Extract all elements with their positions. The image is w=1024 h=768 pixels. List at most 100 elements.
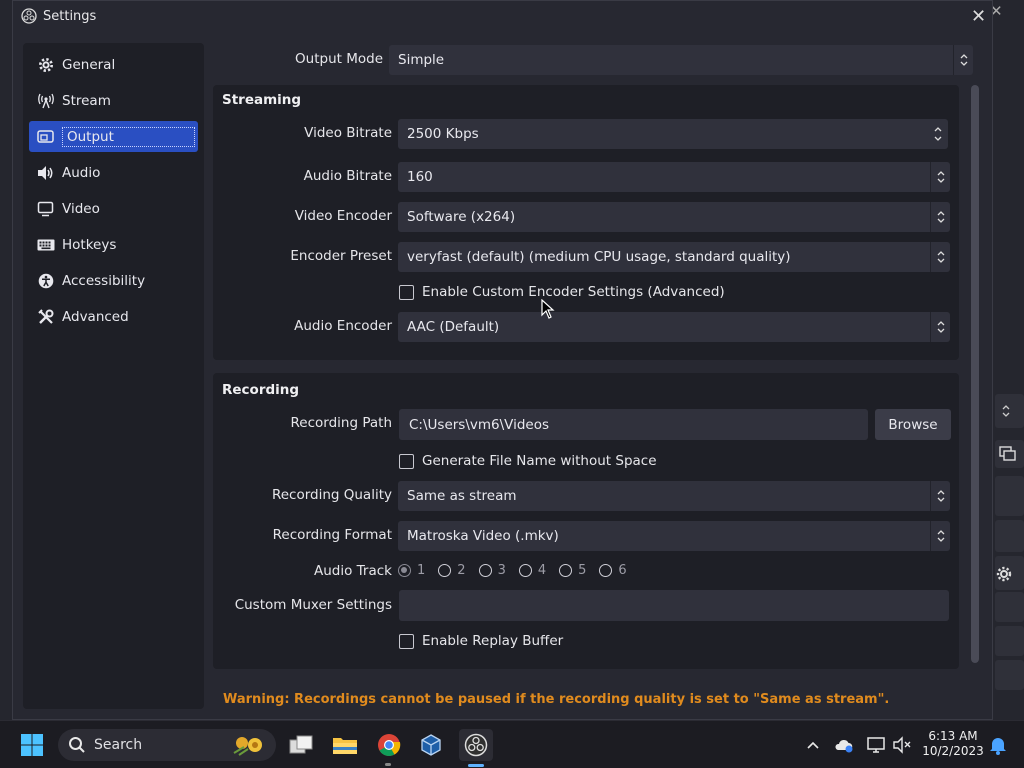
search-placeholder: Search: [94, 737, 143, 753]
sidebar-item-label: Accessibility: [62, 272, 146, 289]
checkbox-box[interactable]: [399, 284, 414, 300]
radio-label: 3: [497, 563, 506, 578]
search-icon: [69, 737, 85, 753]
obs-bg-control: [995, 476, 1024, 516]
sidebar-item-accessibility[interactable]: Accessibility: [29, 265, 198, 296]
output-mode-select[interactable]: Simple: [389, 45, 973, 75]
sidebar-item-stream[interactable]: Stream: [29, 85, 198, 116]
audio-track-radio-2[interactable]: 2: [438, 563, 466, 578]
updown-arrows-icon: [930, 312, 950, 342]
radio-label: 2: [457, 563, 466, 578]
custom-encoder-checkbox[interactable]: Enable Custom Encoder Settings (Advanced…: [399, 284, 725, 300]
custom-muxer-input[interactable]: [399, 590, 949, 621]
video-encoder-label: Video Encoder: [294, 208, 392, 224]
sidebar-item-hotkeys[interactable]: Hotkeys: [29, 229, 198, 260]
file-explorer-button[interactable]: [328, 729, 362, 761]
obs-main-right-edge: [993, 0, 1024, 720]
title-bar: Settings ✕: [13, 1, 992, 31]
recording-quality-select[interactable]: Same as stream: [398, 481, 950, 511]
obs-taskbar-button[interactable]: [459, 729, 493, 761]
accessibility-icon: [37, 272, 55, 290]
recording-format-select[interactable]: Matroska Video (.mkv): [398, 521, 950, 551]
settings-sidebar: General Stream Output Audio Video Hotkey…: [23, 43, 204, 709]
radio-dot[interactable]: [398, 564, 411, 577]
audio-track-radio-1[interactable]: 1: [398, 563, 425, 578]
radio-dot[interactable]: [559, 564, 573, 577]
updown-arrows-icon: [930, 481, 950, 511]
audio-encoder-value: AAC (Default): [407, 319, 500, 335]
sidebar-item-output[interactable]: Output: [29, 121, 198, 152]
scrollbar-thumb[interactable]: [971, 85, 979, 663]
taskbar-clock[interactable]: 6:13 AM 10/2/2023: [918, 729, 988, 759]
taskbar: Search 6:13 AM 10/2/2023: [0, 720, 1024, 768]
gear-icon[interactable]: [996, 566, 1012, 582]
replay-buffer-checkbox[interactable]: Enable Replay Buffer: [399, 633, 563, 649]
close-icon[interactable]: ✕: [971, 6, 986, 27]
chrome-button[interactable]: [372, 729, 406, 761]
audio-track-radio-3[interactable]: 3: [478, 563, 506, 578]
audio-track-radio-6[interactable]: 6: [599, 563, 627, 578]
video-encoder-select[interactable]: Software (x264): [398, 202, 950, 232]
video-bitrate-spinbox[interactable]: 2500 Kbps: [398, 119, 948, 149]
video-bitrate-label: Video Bitrate: [304, 125, 392, 141]
recording-path-value: C:\Users\vm6\Videos: [409, 416, 550, 433]
active-app-indicator: [468, 764, 484, 767]
recording-path-input[interactable]: C:\Users\vm6\Videos: [399, 409, 868, 440]
audio-encoder-select[interactable]: AAC (Default): [398, 312, 950, 342]
tools-icon: [37, 308, 55, 326]
encoder-preset-select[interactable]: veryfast (default) (medium CPU usage, st…: [398, 242, 950, 272]
sidebar-item-label: Audio: [62, 164, 101, 181]
virtualbox-button[interactable]: [414, 729, 448, 761]
content-scrollbar[interactable]: [971, 85, 979, 663]
no-space-checkbox[interactable]: Generate File Name without Space: [399, 453, 657, 469]
browse-button[interactable]: Browse: [875, 409, 951, 440]
settings-window: Settings ✕ General Stream Output Audio V…: [12, 0, 993, 720]
network-tray-button[interactable]: [864, 721, 888, 768]
antenna-icon: [37, 92, 55, 110]
sidebar-item-label: Hotkeys: [62, 236, 117, 253]
audio-track-radio-4[interactable]: 4: [518, 563, 546, 578]
recording-quality-value: Same as stream: [407, 488, 517, 504]
custom-muxer-label: Custom Muxer Settings: [234, 597, 392, 613]
notifications-button[interactable]: [986, 721, 1010, 768]
radio-dot[interactable]: [438, 564, 452, 577]
onedrive-tray-button[interactable]: [832, 721, 856, 768]
checkbox-box[interactable]: [399, 633, 414, 649]
sidebar-item-video[interactable]: Video: [29, 193, 198, 224]
updown-arrows-icon: [930, 521, 950, 551]
audio-track-radio-5[interactable]: 5: [559, 563, 586, 578]
taskbar-search-box[interactable]: Search: [58, 729, 276, 761]
mouse-cursor-icon: [541, 299, 555, 319]
clock-time: 6:13 AM: [928, 729, 978, 743]
custom-encoder-label: Enable Custom Encoder Settings (Advanced…: [422, 284, 725, 300]
radio-label: 5: [578, 563, 587, 578]
show-hidden-icons-button[interactable]: [802, 721, 824, 768]
recording-format-value: Matroska Video (.mkv): [407, 528, 559, 544]
audio-bitrate-value: 160: [407, 169, 433, 185]
audio-encoder-label: Audio Encoder: [294, 318, 392, 334]
checkbox-box[interactable]: [399, 453, 414, 469]
task-view-button[interactable]: [284, 729, 318, 761]
audio-track-radio-group: 1 2 3 4 5 6: [398, 563, 640, 578]
sidebar-item-general[interactable]: General: [29, 49, 198, 80]
volume-tray-button[interactable]: [890, 721, 914, 768]
sidebar-item-advanced[interactable]: Advanced: [29, 301, 198, 332]
radio-dot[interactable]: [599, 564, 613, 577]
spin-arrows-icon[interactable]: [928, 119, 948, 149]
chevron-up-icon: [807, 741, 819, 749]
obs-bg-control: [995, 520, 1024, 552]
radio-dot[interactable]: [478, 564, 492, 577]
monitor-icon: [37, 200, 55, 218]
sidebar-item-audio[interactable]: Audio: [29, 157, 198, 188]
window-icon: [999, 446, 1016, 461]
warning-message: Warning: Recordings cannot be paused if …: [223, 692, 890, 707]
radio-label: 6: [618, 563, 627, 578]
replay-buffer-label: Enable Replay Buffer: [422, 633, 564, 649]
audio-bitrate-select[interactable]: 160: [398, 162, 950, 192]
radio-dot[interactable]: [518, 564, 532, 577]
monitor-network-icon: [867, 737, 885, 753]
recording-group-title: Recording: [222, 382, 300, 398]
volume-muted-icon: [893, 736, 911, 754]
start-button[interactable]: [15, 729, 49, 761]
recording-format-label: Recording Format: [272, 527, 392, 543]
